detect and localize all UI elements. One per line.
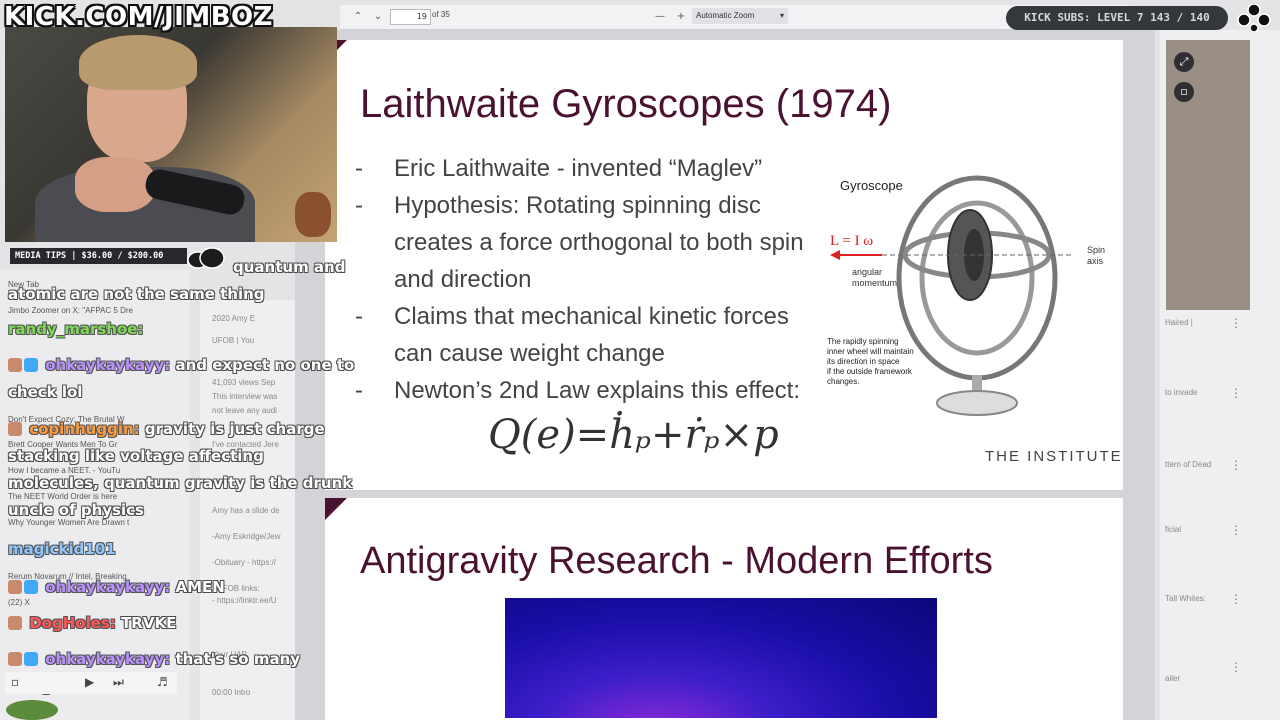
- chat-message: DogHoles: TRVKE: [8, 610, 358, 637]
- chat-username[interactable]: copinhuggin:: [29, 420, 139, 438]
- more-options-icon[interactable]: ⋮: [1230, 316, 1242, 330]
- bullet-item: - Claims that mechanical kinetic forces c…: [355, 303, 789, 367]
- description-line: not leave any audi: [212, 406, 277, 415]
- frog-emote: [6, 700, 58, 720]
- list-item[interactable]: Haired |: [1165, 318, 1193, 327]
- diagram-label: momentum: [852, 278, 897, 288]
- avatar: [8, 652, 22, 666]
- diagram-caption: if the outside framework: [827, 367, 913, 376]
- zoom-select[interactable]: Automatic Zoom ▾: [692, 8, 788, 24]
- more-options-icon[interactable]: ⋮: [1230, 458, 1242, 472]
- diagram-caption: inner wheel will maintain: [827, 347, 914, 356]
- chat-message: copinhuggin: gravity is just charge stac…: [8, 420, 353, 519]
- prev-page-button[interactable]: ⌃: [350, 9, 366, 25]
- chat-username[interactable]: ohkaykaykayy:: [45, 578, 170, 596]
- expand-icon[interactable]: ⤢: [1174, 52, 1194, 72]
- avatar: [8, 580, 22, 594]
- diagram-label: Spin: [1087, 245, 1105, 255]
- bullet-item: - Eric Laithwaite - invented “Maglev”: [355, 155, 763, 182]
- chat-username[interactable]: DogHoles:: [29, 614, 116, 632]
- diagram-equation: L = I ω: [830, 233, 873, 249]
- slide-antigravity: Antigravity Research - Modern Efforts: [325, 498, 1123, 720]
- mascot-figure: [295, 192, 331, 237]
- slide-title: Antigravity Research - Modern Efforts: [360, 540, 993, 582]
- page-number-input[interactable]: 19: [390, 9, 431, 25]
- diagram-label: axis: [1087, 256, 1104, 266]
- square-icon[interactable]: ▫: [1174, 82, 1194, 102]
- volume-icon[interactable]: ♬: [157, 675, 168, 689]
- list-item[interactable]: ficial: [1165, 525, 1181, 534]
- diagram-caption: The rapidly spinning: [827, 337, 899, 346]
- right-side-panel: ⤢ ▫ Haired | ⋮ to invade ⋮ ttern of Dead…: [1160, 30, 1280, 720]
- avatar: [8, 358, 22, 372]
- diagram-caption: changes.: [827, 377, 859, 386]
- chevron-down-icon: ▾: [779, 11, 784, 20]
- badge-icon: [24, 580, 38, 594]
- chat-message: ohkaykaykayy: AMEN: [8, 574, 358, 601]
- bullet-item: - Newton’s 2nd Law explains this effect:: [355, 377, 801, 404]
- research-image: [505, 598, 937, 718]
- bullet-list: - Eric Laithwaite - invented “Maglev” - Hy…: [355, 150, 825, 409]
- list-item[interactable]: Tall Whites:: [1165, 594, 1206, 603]
- subs-counter: KICK SUBS: LEVEL 7 143 / 140: [1006, 6, 1228, 30]
- list-item[interactable]: ttern of Dead: [1165, 460, 1211, 469]
- stream-url-banner: KICK.COM/JIMBOZ: [4, 2, 273, 32]
- chat-message: magickid101: [8, 536, 358, 563]
- more-options-icon[interactable]: ⋮: [1230, 660, 1242, 674]
- page-total: of 35: [432, 10, 450, 19]
- slide-title: Laithwaite Gyroscopes (1974): [360, 82, 892, 126]
- side-video-thumbnail[interactable]: [1166, 40, 1250, 310]
- next-page-button[interactable]: ⌄: [370, 9, 386, 25]
- list-item[interactable]: ailer: [1165, 674, 1180, 683]
- miniplayer-icon[interactable]: ▫: [11, 675, 19, 689]
- badge-icon: [24, 358, 38, 372]
- webcam-feed: [5, 27, 337, 242]
- brand-logo-icon: [1237, 4, 1271, 32]
- next-icon[interactable]: ⏭: [113, 675, 124, 690]
- chat-username[interactable]: randy_marshoe:: [8, 320, 143, 338]
- diagram-caption: its direction in space: [827, 357, 900, 366]
- list-item[interactable]: to invade: [1165, 388, 1197, 397]
- institute-logo: THE INSTITUTE: [985, 448, 1123, 465]
- mini-player-controls: ▫ ▶ ⏭ ♬: [5, 672, 177, 694]
- chat-username[interactable]: magickid101: [8, 540, 116, 558]
- gyroscope-diagram: Gyroscope L = I ω angular momentum Spin …: [822, 170, 1112, 425]
- more-options-icon[interactable]: ⋮: [1230, 386, 1242, 400]
- badge-icon: [24, 652, 38, 666]
- chat-message: quantum and atomic are not the same thin…: [8, 258, 346, 303]
- chat-username[interactable]: ohkaykaykayy:: [45, 356, 170, 374]
- chat-message: ohkaykaykayy: and expect no one to check…: [8, 356, 355, 401]
- pdf-viewer: Laithwaite Gyroscopes (1974) - Eric Laith…: [295, 30, 1155, 720]
- bullet-item: - Hypothesis: Rotating spinning disc crea…: [355, 192, 804, 293]
- formula: Q(e)=ḣₚ+ṙₚ×p: [488, 412, 779, 458]
- more-options-icon[interactable]: ⋮: [1230, 523, 1242, 537]
- chat-message: randy_marshoe:: [8, 316, 358, 343]
- avatar: [8, 422, 22, 436]
- diagram-label: angular: [852, 267, 882, 277]
- avatar: [8, 616, 22, 630]
- diagram-title: Gyroscope: [840, 178, 903, 193]
- slide-laithwaite: Laithwaite Gyroscopes (1974) - Eric Laith…: [325, 40, 1123, 490]
- gyroscope-drawing: Gyroscope L = I ω angular momentum Spin …: [827, 175, 1105, 416]
- zoom-in-button[interactable]: +: [673, 9, 689, 25]
- chat-username[interactable]: ohkaykaykayy:: [45, 650, 170, 668]
- zoom-out-button[interactable]: —: [652, 9, 668, 25]
- play-icon[interactable]: ▶: [85, 675, 94, 689]
- more-options-icon[interactable]: ⋮: [1230, 592, 1242, 606]
